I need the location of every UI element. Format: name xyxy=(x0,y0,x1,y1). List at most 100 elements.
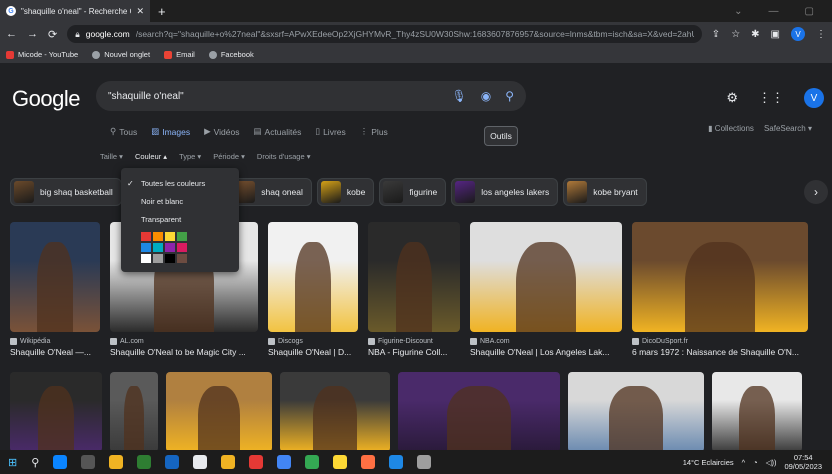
related-search-chip[interactable]: shaq oneal xyxy=(231,178,312,206)
result-source[interactable]: Discogs xyxy=(268,338,358,345)
sidepanel-icon[interactable]: ▣ xyxy=(771,29,780,40)
filter-usage-rights[interactable]: Droits d'usage ▾ xyxy=(257,152,311,161)
avatar[interactable]: V xyxy=(804,88,824,108)
color-swatch[interactable] xyxy=(165,254,175,263)
related-search-chip[interactable]: kobe xyxy=(316,178,375,206)
taskbar-app-icon[interactable] xyxy=(137,455,152,469)
result-caption[interactable]: 6 mars 1972 : Naissance de Shaquille O'N… xyxy=(632,347,808,357)
color-option-bw[interactable]: Noir et blanc xyxy=(121,192,239,210)
volume-icon[interactable]: ◁)) xyxy=(766,458,777,467)
result-source[interactable]: NBA.com xyxy=(470,338,622,345)
image-result[interactable] xyxy=(280,372,390,452)
taskbar-app-icon[interactable] xyxy=(361,455,376,469)
result-caption[interactable]: NBA - Figurine Coll... xyxy=(368,347,460,357)
bookmark-item[interactable]: Micode - YouTube xyxy=(6,50,78,59)
taskbar-app-icon[interactable] xyxy=(221,455,236,469)
related-search-chip[interactable]: big shaq basketball xyxy=(10,178,122,206)
color-swatch[interactable] xyxy=(153,232,163,241)
color-swatch[interactable] xyxy=(141,254,151,263)
clock[interactable]: 07:54 09/05/2023 xyxy=(784,453,822,471)
image-result[interactable] xyxy=(10,372,102,452)
gear-icon[interactable]: ⚙ xyxy=(726,90,738,106)
image-result[interactable] xyxy=(398,372,560,452)
image-result[interactable]: Discogs Shaquille O'Neal | D... xyxy=(268,222,358,357)
close-tab-icon[interactable]: ✕ xyxy=(136,6,144,17)
color-swatch[interactable] xyxy=(153,254,163,263)
result-thumbnail[interactable] xyxy=(10,222,100,332)
windows-start-icon[interactable]: ⊞ xyxy=(8,456,17,469)
image-result[interactable]: DicoDuSport.fr 6 mars 1972 : Naissance de… xyxy=(632,222,808,357)
search-input[interactable]: "shaquille o'neal" xyxy=(108,91,451,102)
search-box[interactable]: "shaquille o'neal" 🎙︎ ◉ ⚲ xyxy=(96,81,526,111)
color-swatch[interactable] xyxy=(177,254,187,263)
image-result[interactable] xyxy=(166,372,272,452)
result-thumbnail[interactable] xyxy=(470,222,622,332)
taskbar-app-icon[interactable] xyxy=(389,455,404,469)
related-search-chip[interactable]: figurine xyxy=(379,178,447,206)
bookmark-item[interactable]: Nouvel onglet xyxy=(92,50,150,59)
weather-widget[interactable]: 14°C Eclaircies xyxy=(683,458,734,467)
color-swatch[interactable] xyxy=(165,243,175,252)
share-icon[interactable]: ⇪ xyxy=(712,29,720,40)
image-result[interactable]: Figurine-Discount NBA - Figurine Coll... xyxy=(368,222,460,357)
tab-news[interactable]: ▤ Actualités xyxy=(254,126,302,137)
extensions-icon[interactable]: ✱ xyxy=(751,29,759,40)
color-swatch[interactable] xyxy=(177,243,187,252)
image-result[interactable]: Wikipédia Shaquille O'Neal —... xyxy=(10,222,100,357)
result-caption[interactable]: Shaquille O'Neal —... xyxy=(10,347,100,357)
related-search-chip[interactable]: los angeles lakers xyxy=(451,178,559,206)
menu-icon[interactable]: ⋮ xyxy=(816,29,826,40)
back-icon[interactable]: ← xyxy=(6,28,17,40)
new-tab-icon[interactable]: + xyxy=(158,4,166,19)
browser-tab[interactable]: G "shaquille o'neal" - Recherche G ✕ xyxy=(0,0,150,22)
filter-type[interactable]: Type ▾ xyxy=(179,152,201,161)
taskbar-app-icon[interactable] xyxy=(165,455,180,469)
color-swatch[interactable] xyxy=(141,232,151,241)
color-swatch[interactable] xyxy=(165,232,175,241)
result-caption[interactable]: Shaquille O'Neal to be Magic City ... xyxy=(110,347,258,357)
taskbar-app-icon[interactable] xyxy=(305,455,320,469)
taskbar-app-icon[interactable] xyxy=(277,455,292,469)
google-logo[interactable]: Google xyxy=(12,86,80,112)
microphone-icon[interactable]: 🎙︎ xyxy=(451,89,466,103)
reload-icon[interactable]: ⟳ xyxy=(48,28,57,41)
color-option-transparent[interactable]: Transparent xyxy=(121,210,239,228)
image-result[interactable] xyxy=(568,372,704,452)
chevron-right-icon[interactable]: › xyxy=(804,180,828,204)
result-thumbnail[interactable] xyxy=(10,372,102,452)
filter-size[interactable]: Taille ▾ xyxy=(100,152,123,161)
related-search-chip[interactable]: kobe bryant xyxy=(563,178,647,206)
result-thumbnail[interactable] xyxy=(280,372,390,452)
result-caption[interactable]: Shaquille O'Neal | D... xyxy=(268,347,358,357)
image-result[interactable] xyxy=(712,372,802,452)
apps-grid-icon[interactable]: ⋮⋮ xyxy=(758,90,784,106)
color-swatch[interactable] xyxy=(153,243,163,252)
image-result[interactable] xyxy=(110,372,158,452)
color-option-all[interactable]: ✓ Toutes les couleurs xyxy=(121,174,239,192)
browser-profile-avatar[interactable]: V xyxy=(791,27,805,41)
search-icon[interactable]: ⚲ xyxy=(31,456,39,469)
taskbar-app-icon[interactable] xyxy=(249,455,264,469)
filter-period[interactable]: Période ▾ xyxy=(213,152,245,161)
url-input[interactable]: 🔒︎ google.com/search?q="shaquille+o%27ne… xyxy=(67,25,702,43)
result-thumbnail[interactable] xyxy=(568,372,704,452)
result-caption[interactable]: Shaquille O'Neal | Los Angeles Lak... xyxy=(470,347,622,357)
result-source[interactable]: AL.com xyxy=(110,338,258,345)
tab-images[interactable]: ▨ Images xyxy=(151,126,190,137)
lens-icon[interactable]: ◉ xyxy=(481,89,491,103)
result-thumbnail[interactable] xyxy=(110,372,158,452)
result-thumbnail[interactable] xyxy=(398,372,560,452)
tab-books[interactable]: ▯ Livres xyxy=(315,126,345,137)
result-thumbnail[interactable] xyxy=(166,372,272,452)
collections-link[interactable]: ▮ Collections xyxy=(708,124,754,133)
search-icon[interactable]: ⚲ xyxy=(505,89,514,103)
taskbar-app-icon[interactable] xyxy=(53,455,68,469)
taskbar-app-icon[interactable] xyxy=(417,455,432,469)
taskbar-app-icon[interactable] xyxy=(109,455,124,469)
tab-all[interactable]: ⚲ Tous xyxy=(110,126,137,137)
result-thumbnail[interactable] xyxy=(368,222,460,332)
chevron-up-icon[interactable]: ^ xyxy=(742,458,746,467)
result-source[interactable]: Figurine-Discount xyxy=(368,338,460,345)
tab-videos[interactable]: ▶ Vidéos xyxy=(204,126,239,137)
bookmark-item[interactable]: Facebook xyxy=(208,50,254,59)
